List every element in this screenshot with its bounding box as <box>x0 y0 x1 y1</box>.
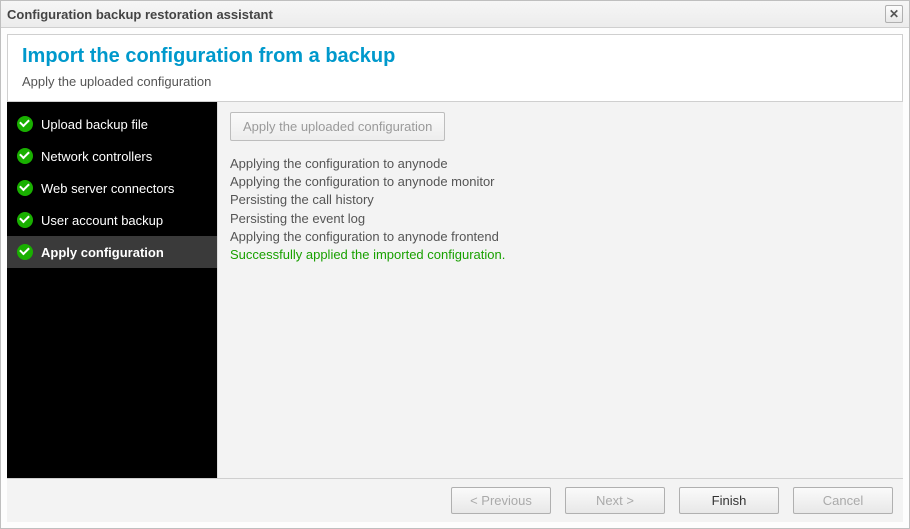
log-success-line: Successfully applied the imported config… <box>230 246 891 264</box>
body: Upload backup file Network controllers Web… <box>7 102 903 478</box>
header: Import the configuration from a backup A… <box>7 34 903 102</box>
sidebar-item-step-2[interactable]: Network controllers <box>7 140 217 172</box>
sidebar-item-label: Upload backup file <box>41 117 148 132</box>
sidebar: Upload backup file Network controllers Web… <box>7 102 217 478</box>
log-line: Persisting the call history <box>230 191 891 209</box>
sidebar-item-step-1[interactable]: Upload backup file <box>7 108 217 140</box>
window-title: Configuration backup restoration assista… <box>7 7 273 22</box>
content-panel: Apply the uploaded configuration Applyin… <box>217 102 903 478</box>
sidebar-item-label: Web server connectors <box>41 181 174 196</box>
check-icon <box>17 148 33 164</box>
footer: < Previous Next > Finish Cancel <box>7 478 903 522</box>
sidebar-item-step-3[interactable]: Web server connectors <box>7 172 217 204</box>
log-line: Applying the configuration to anynode <box>230 155 891 173</box>
sidebar-item-label: User account backup <box>41 213 163 228</box>
finish-button[interactable]: Finish <box>679 487 779 514</box>
next-button: Next > <box>565 487 665 514</box>
check-icon <box>17 244 33 260</box>
log-output: Applying the configuration to anynodeApp… <box>230 155 891 264</box>
sidebar-item-step-4[interactable]: User account backup <box>7 204 217 236</box>
log-line: Applying the configuration to anynode fr… <box>230 228 891 246</box>
dialog-window: Configuration backup restoration assista… <box>0 0 910 529</box>
page-subtitle: Apply the uploaded configuration <box>22 74 888 89</box>
page-title: Import the configuration from a backup <box>22 45 888 68</box>
check-icon <box>17 212 33 228</box>
title-bar: Configuration backup restoration assista… <box>1 1 909 28</box>
log-line: Persisting the event log <box>230 210 891 228</box>
sidebar-item-step-5[interactable]: Apply configuration <box>7 236 217 268</box>
log-line: Applying the configuration to anynode mo… <box>230 173 891 191</box>
previous-button: < Previous <box>451 487 551 514</box>
close-icon[interactable]: ✕ <box>885 5 903 23</box>
check-icon <box>17 180 33 196</box>
sidebar-item-label: Network controllers <box>41 149 152 164</box>
sidebar-item-label: Apply configuration <box>41 245 164 260</box>
apply-config-button: Apply the uploaded configuration <box>230 112 445 141</box>
cancel-button: Cancel <box>793 487 893 514</box>
check-icon <box>17 116 33 132</box>
